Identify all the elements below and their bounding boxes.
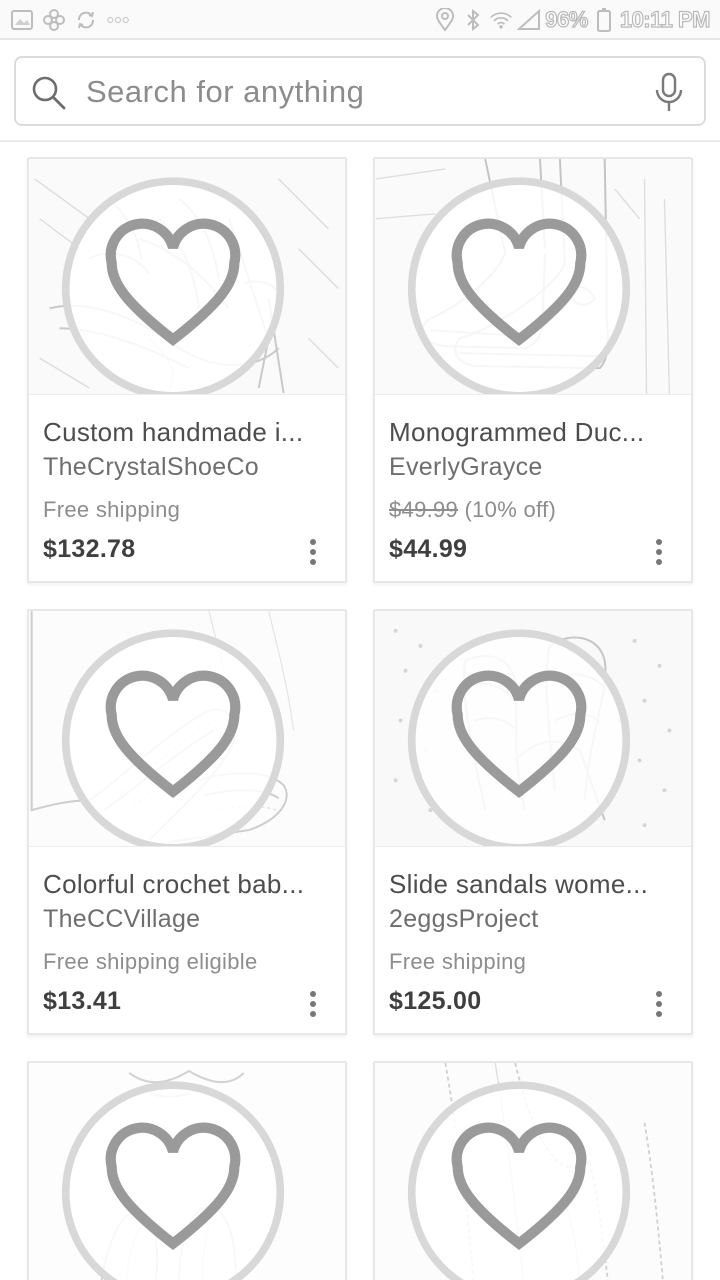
more-options-icon[interactable] <box>301 535 325 569</box>
heart-icon[interactable] <box>29 171 331 395</box>
product-title[interactable]: Slide sandals wome... <box>389 869 679 900</box>
product-image-high-heel-sandal[interactable] <box>29 159 345 395</box>
product-title[interactable]: Monogrammed Duc... <box>389 417 679 448</box>
product-price: $13.41 <box>43 987 122 1015</box>
original-price: $49.99 <box>389 497 459 522</box>
battery-icon <box>592 8 616 32</box>
discount-text: $49.99 (10% off) <box>389 497 556 523</box>
product-image-lace-partial[interactable] <box>375 1063 691 1280</box>
shop-name[interactable]: TheCrystalShoeCo <box>43 453 259 482</box>
shop-name[interactable]: 2eggsProject <box>389 905 539 934</box>
product-image-shoes-partial[interactable] <box>29 1063 345 1280</box>
bluetooth-icon <box>461 8 485 32</box>
shipping-text: Free shipping <box>43 497 181 522</box>
product-title[interactable]: Colorful crochet bab... <box>43 869 333 900</box>
product-card[interactable]: Colorful crochet bab... TheCCVillage Fre… <box>27 609 347 1035</box>
search-icon <box>32 76 66 110</box>
search-bar <box>0 42 720 142</box>
product-title[interactable]: Custom handmade i... <box>43 417 333 448</box>
more-dots-icon <box>106 8 130 32</box>
product-card[interactable] <box>373 1061 693 1280</box>
wifi-icon <box>489 8 513 32</box>
shop-name[interactable]: EverlyGrayce <box>389 453 543 482</box>
heart-icon[interactable] <box>29 623 331 847</box>
product-price: $132.78 <box>43 535 136 563</box>
product-price: $44.99 <box>389 535 468 563</box>
product-card[interactable]: Slide sandals wome... 2eggsProject Free … <box>373 609 693 1035</box>
shipping-text: Free shipping eligible <box>43 949 258 974</box>
product-image-duck-boots[interactable] <box>375 159 691 395</box>
product-card[interactable]: Monogrammed Duc... EverlyGrayce $49.99 (… <box>373 157 693 583</box>
status-bar: 96% 10:11 PM <box>0 0 720 40</box>
more-options-icon[interactable] <box>647 535 671 569</box>
product-card[interactable]: Custom handmade i... TheCrystalShoeCo Fr… <box>27 157 347 583</box>
more-options-icon[interactable] <box>301 987 325 1021</box>
signal-icon <box>517 8 541 32</box>
heart-icon[interactable] <box>375 171 677 395</box>
shipping-text: Free shipping <box>389 949 527 974</box>
heart-icon[interactable] <box>29 1075 331 1280</box>
product-image-crochet-booties[interactable] <box>29 611 345 847</box>
discount-percent: (10% off) <box>464 497 557 522</box>
shop-name[interactable]: TheCCVillage <box>43 905 200 934</box>
status-time: 10:11 PM <box>619 6 711 32</box>
battery-percent: 96% <box>545 6 589 32</box>
product-image-slide-sandals[interactable] <box>375 611 691 847</box>
gallery-icon <box>10 8 34 32</box>
sync-icon <box>74 8 98 32</box>
microphone-icon[interactable] <box>652 72 686 114</box>
more-options-icon[interactable] <box>647 987 671 1021</box>
pinwheel-icon <box>42 8 66 32</box>
location-icon <box>433 8 457 32</box>
product-price: $125.00 <box>389 987 482 1015</box>
heart-icon[interactable] <box>375 1075 677 1280</box>
search-box[interactable] <box>14 56 706 126</box>
search-input[interactable] <box>86 70 626 114</box>
product-card[interactable] <box>27 1061 347 1280</box>
heart-icon[interactable] <box>375 623 677 847</box>
